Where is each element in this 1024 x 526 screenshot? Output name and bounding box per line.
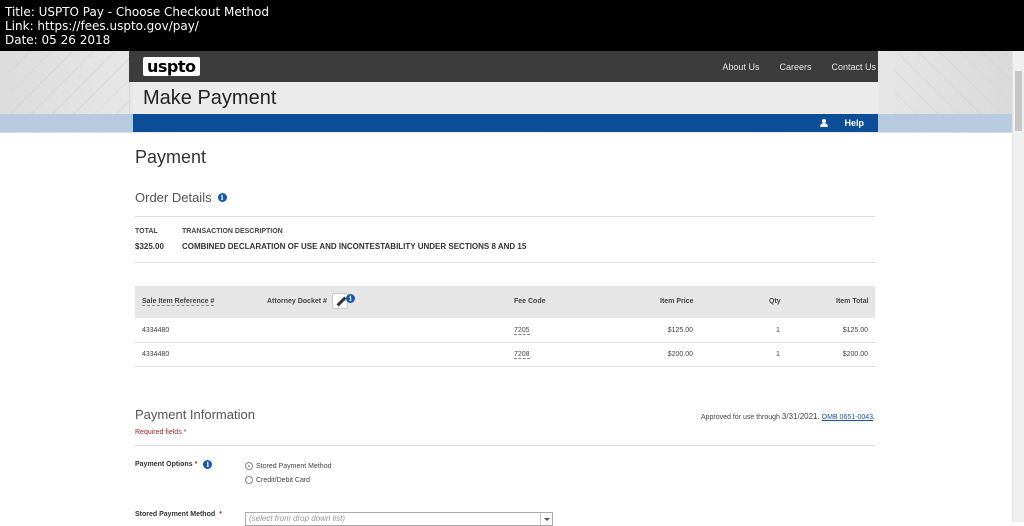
order-details-title: Order Details	[135, 190, 212, 205]
fee-code-link[interactable]: 7208	[514, 351, 530, 359]
total-label: TOTAL	[135, 228, 158, 235]
cell-item-price: $125.00	[667, 327, 693, 334]
radio-button[interactable]	[245, 476, 253, 484]
chevron-down-icon[interactable]	[540, 513, 552, 525]
help-bar: Help	[133, 114, 878, 132]
section-title-payment: Payment	[135, 147, 207, 167]
required-star: *	[219, 511, 222, 518]
payment-information-heading: Payment Information	[135, 407, 255, 422]
approved-text: Approved for use through	[700, 414, 780, 421]
page-scrollbar[interactable]	[1012, 51, 1024, 522]
info-icon[interactable]: i	[346, 294, 355, 303]
cell-reference: 4334480	[142, 327, 170, 334]
user-icon[interactable]	[820, 119, 829, 127]
radio-stored-payment-method[interactable]: Stored Payment Method	[245, 462, 332, 470]
required-star: *	[194, 461, 198, 468]
capture-link: Link: https://fees.uspto.gov/pay/	[5, 19, 199, 33]
table-row: 4334480 7205 $125.00 1 $125.00	[135, 319, 875, 343]
radio-credit-debit-card[interactable]: Credit/Debit Card	[245, 476, 310, 484]
pencil-icon	[336, 296, 347, 307]
col-item-total: Item Total	[836, 298, 869, 305]
omb-approval: Approved for use through 3/31/2021. OMB …	[700, 412, 875, 421]
page-title: Make Payment	[143, 87, 277, 109]
order-details-heading: Order Details i	[135, 190, 227, 205]
table-row: 4334480 7208 $200.00 1 $200.00	[135, 343, 875, 367]
cell-reference: 4334480	[142, 351, 170, 358]
payment-options-text: Payment Options	[135, 461, 193, 468]
radio-label[interactable]: Stored Payment Method	[256, 463, 332, 470]
capture-date: Date: 05 26 2018	[5, 33, 111, 47]
divider	[135, 262, 875, 263]
cell-qty: 1	[776, 327, 780, 334]
nav-contact-us[interactable]: Contact Us	[831, 62, 876, 72]
help-label[interactable]: Help	[844, 118, 864, 128]
top-nav-links: About Us Careers Contact Us	[702, 51, 876, 82]
col-item-price: Item Price	[660, 298, 694, 305]
page-title-bar: Make Payment	[133, 82, 878, 114]
divider	[135, 445, 875, 446]
col-qty: Qty	[769, 298, 781, 305]
cell-item-price: $200.00	[667, 351, 693, 358]
col-attorney-docket: Attorney Docket #	[267, 298, 327, 305]
scrollbar-thumb[interactable]	[1015, 71, 1022, 131]
payment-options-label: Payment Options * i	[135, 460, 213, 469]
radio-button-selected[interactable]	[245, 462, 253, 470]
col-sale-item-reference[interactable]: Sale Item Reference #	[142, 298, 215, 306]
stored-payment-method-label: Stored Payment Method *	[135, 511, 222, 518]
top-navigation-bar: uspto About Us Careers Contact Us	[129, 51, 878, 82]
items-table-header: Sale Item Reference # Attorney Docket # …	[135, 286, 875, 318]
required-fields-note: Required fields *	[135, 429, 187, 436]
total-value: $325.00	[135, 242, 164, 251]
stored-payment-method-select[interactable]: (select from drop down list)	[245, 512, 553, 526]
nav-about-us[interactable]: About Us	[722, 62, 759, 72]
cell-item-total: $200.00	[842, 351, 868, 358]
approved-date: 3/31/2021.	[781, 412, 820, 421]
info-icon[interactable]: i	[217, 193, 227, 202]
capture-title: Title: USPTO Pay - Choose Checkout Metho…	[5, 5, 269, 19]
cell-qty: 1	[776, 351, 780, 358]
help-link[interactable]: Help	[820, 114, 864, 132]
info-icon[interactable]: i	[203, 460, 213, 469]
capture-metadata: Title: USPTO Pay - Choose Checkout Metho…	[0, 0, 1024, 51]
stored-payment-method-text: Stored Payment Method	[135, 511, 216, 518]
nav-careers[interactable]: Careers	[779, 62, 811, 72]
omb-link[interactable]: OMB 0651-0043	[822, 414, 873, 421]
radio-label[interactable]: Credit/Debit Card	[256, 477, 310, 484]
divider	[135, 216, 875, 217]
transaction-description-label: TRANSACTION DESCRIPTION	[182, 228, 283, 235]
fee-code-link[interactable]: 7205	[514, 327, 530, 335]
cell-item-total: $125.00	[842, 327, 868, 334]
uspto-logo[interactable]: uspto	[143, 57, 200, 76]
col-fee-code: Fee Code	[514, 298, 546, 305]
transaction-description: COMBINED DECLARATION OF USE AND INCONTES…	[182, 242, 527, 251]
